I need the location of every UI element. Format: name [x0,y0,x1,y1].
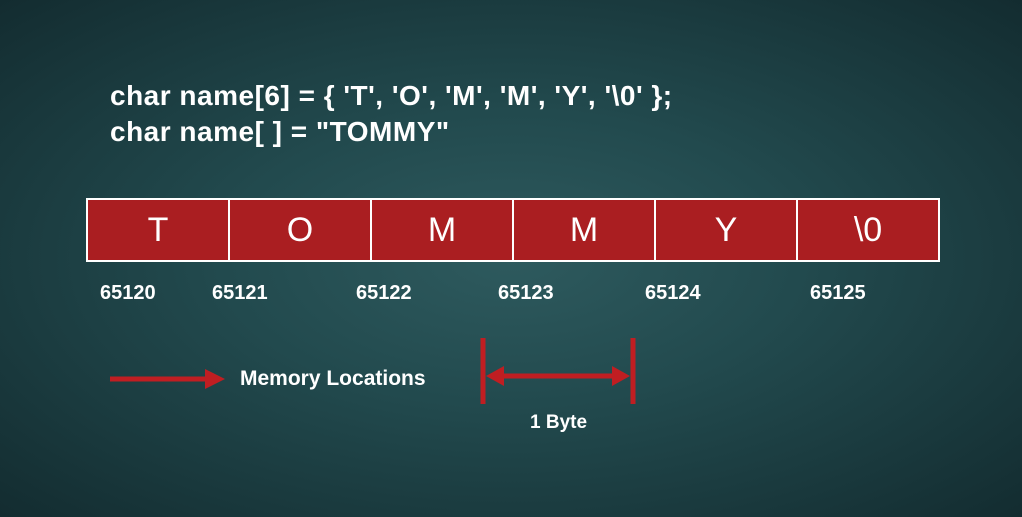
addr-1: 65121 [212,282,268,305]
addr-2: 65122 [356,282,412,305]
mem-cell-2: M [372,200,514,260]
one-byte-label: 1 Byte [530,412,587,434]
byte-span-icon [478,338,638,408]
addr-3: 65123 [498,282,554,305]
arrow-right-icon [110,367,225,391]
mem-cell-3: M [514,200,656,260]
addr-5: 65125 [810,282,866,305]
addr-0: 65120 [100,282,156,305]
code-line-2: char name[ ] = "TOMMY" [110,116,450,148]
mem-cell-0: T [88,200,230,260]
mem-cell-5: \0 [798,200,940,260]
memory-cells-table: T O M M Y \0 [86,198,940,262]
mem-cell-1: O [230,200,372,260]
addr-4: 65124 [645,282,701,305]
code-line-1: char name[6] = { 'T', 'O', 'M', 'M', 'Y'… [110,80,673,112]
memory-locations-label: Memory Locations [240,367,426,391]
mem-cell-4: Y [656,200,798,260]
